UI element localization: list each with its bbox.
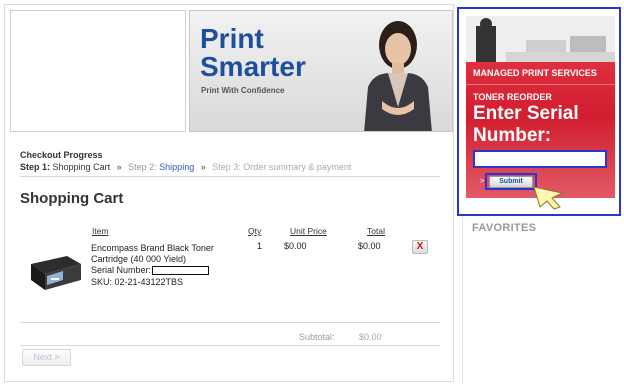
banner-title-line2: Smarter <box>200 51 306 82</box>
remove-item-button[interactable]: X <box>412 240 428 254</box>
item-unit-price: $0.00 <box>284 241 307 251</box>
item-name-line2: Cartridge (40 000 Yield) <box>91 254 187 264</box>
step3-label: Order summary & payment <box>243 162 352 172</box>
submit-arrow-icon: > <box>480 178 485 185</box>
step-separator: » <box>200 162 206 172</box>
step2-shipping-link[interactable]: Shipping <box>159 162 194 172</box>
item-serial-row: Serial Number: <box>91 265 210 276</box>
next-button[interactable]: Next > <box>22 349 71 366</box>
serial-number-redacted <box>152 266 210 276</box>
print-smarter-banner[interactable]: Print Smarter Print With Confidence <box>189 10 453 132</box>
spokeswoman-image <box>364 21 432 131</box>
serial-number-label: Serial Number: <box>91 265 152 275</box>
column-header-unit-price[interactable]: Unit Price <box>290 226 327 236</box>
item-qty: 1 <box>257 241 263 251</box>
page: Print Smarter Print With Confidence Chec… <box>0 0 624 385</box>
step1-prefix: Step 1: <box>20 162 51 172</box>
subtotal-label: Subtotal: <box>299 332 335 342</box>
serial-number-input[interactable] <box>473 150 607 168</box>
column-header-qty[interactable]: Qty <box>248 226 261 236</box>
item-sku: SKU: 02-21-43122TBS <box>91 277 184 287</box>
step1-label: Shopping Cart <box>52 162 111 172</box>
checkout-steps: Step 1: Shopping Cart » Step 2: Shipping… <box>20 162 351 172</box>
shopping-cart-title: Shopping Cart <box>20 190 124 207</box>
column-header-total[interactable]: Total <box>367 226 385 236</box>
step2-prefix: Step 2: <box>128 162 157 172</box>
submit-button[interactable]: Submit <box>489 176 533 188</box>
step3-prefix: Step 3: <box>212 162 241 172</box>
banner-title-line1: Print <box>200 23 264 54</box>
divider <box>20 322 440 323</box>
banner-tagline: Print With Confidence <box>201 86 285 95</box>
toner-cartridge-image <box>31 256 81 290</box>
checkout-progress-title: Checkout Progress <box>20 150 103 160</box>
pointer-cursor-icon <box>533 186 564 210</box>
step-separator: » <box>116 162 122 172</box>
item-total: $0.00 <box>358 241 381 251</box>
divider <box>20 176 440 177</box>
sidebar-divider <box>462 216 463 384</box>
subtotal-value: $0.00 <box>359 332 382 342</box>
divider <box>20 345 440 346</box>
column-header-item[interactable]: Item <box>92 226 109 236</box>
item-name-line1: Encompass Brand Black Toner <box>91 243 214 253</box>
favorites-heading: FAVORITES <box>472 222 537 234</box>
logo-area <box>10 10 186 132</box>
